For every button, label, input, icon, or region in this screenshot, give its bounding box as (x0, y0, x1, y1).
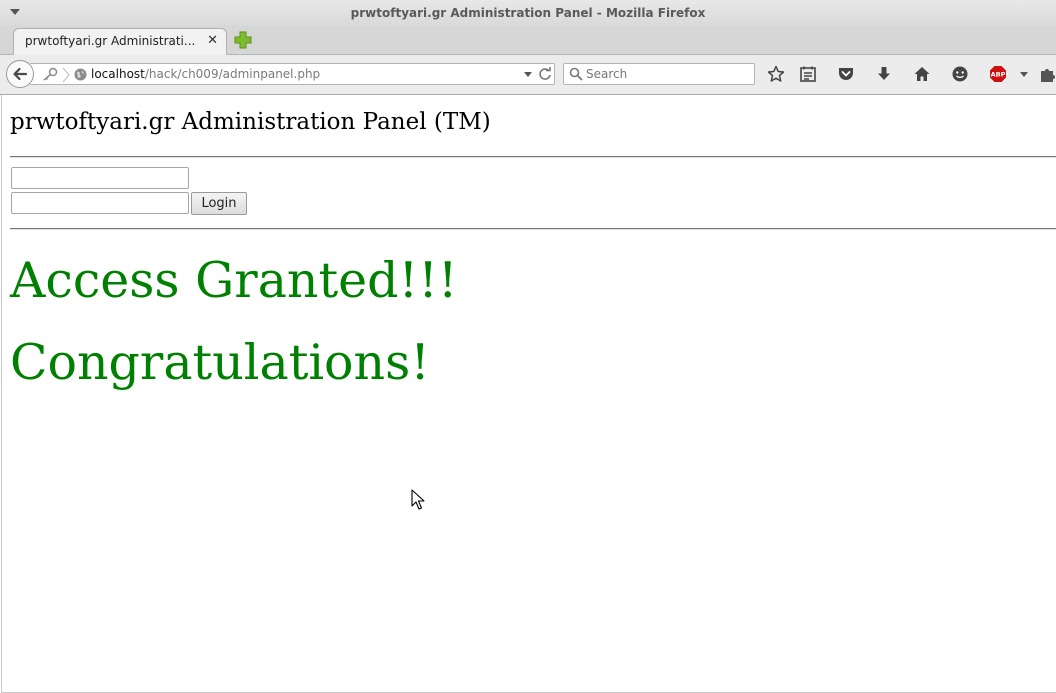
tab-label: prwtoftyari.gr Administrati... (25, 34, 196, 48)
reading-list-icon[interactable] (799, 65, 817, 83)
tab-strip: prwtoftyari.gr Administrati... ✕ (0, 26, 1056, 55)
search-bar[interactable] (563, 63, 755, 85)
page-content: prwtoftyari.gr Administration Panel (TM)… (1, 95, 1056, 693)
url-history-dropdown-icon[interactable] (524, 72, 532, 77)
mouse-cursor-icon (411, 489, 425, 510)
congratulations-message: Congratulations! (10, 334, 430, 391)
password-field[interactable] (11, 192, 189, 214)
adblock-icon[interactable]: ABP (989, 65, 1007, 83)
back-arrow-icon (13, 67, 28, 81)
pocket-icon[interactable] (837, 65, 855, 83)
reload-icon[interactable] (538, 67, 552, 81)
search-input[interactable] (586, 65, 746, 83)
download-icon[interactable] (875, 65, 893, 83)
search-icon[interactable] (569, 67, 583, 81)
key-icon[interactable] (41, 67, 59, 81)
new-tab-plus-icon[interactable] (234, 31, 252, 49)
puzzle-icon[interactable] (1038, 65, 1056, 83)
navigation-toolbar: localhost/hack/ch009/adminpanel.php Sear… (0, 55, 1056, 95)
star-icon[interactable] (767, 65, 785, 83)
back-button[interactable] (6, 60, 34, 88)
divider (10, 156, 1056, 158)
chevron-right-icon (62, 67, 70, 83)
globe-icon[interactable] (74, 68, 87, 81)
svg-text:ABP: ABP (991, 71, 1006, 79)
window-titlebar: prwtoftyari.gr Administration Panel - Mo… (0, 0, 1056, 26)
window-title: prwtoftyari.gr Administration Panel - Mo… (350, 6, 706, 20)
window-menu-icon[interactable] (10, 9, 20, 15)
url-host: localhost (91, 67, 145, 81)
username-field[interactable] (11, 167, 189, 189)
url-bar[interactable]: localhost/hack/ch009/adminpanel.php (30, 63, 555, 85)
access-granted-message: Access Granted!!! (10, 252, 458, 309)
menu-arrow-icon[interactable] (1015, 65, 1033, 83)
chat-icon[interactable] (951, 65, 969, 83)
divider (10, 228, 1056, 230)
login-button[interactable]: Login (191, 192, 247, 215)
tab-admin-panel[interactable]: prwtoftyari.gr Administrati... ✕ (13, 28, 227, 55)
url-path: /hack/ch009/adminpanel.php (144, 67, 321, 81)
page-title: prwtoftyari.gr Administration Panel (TM) (10, 109, 491, 135)
url-text[interactable]: localhost/hack/ch009/adminpanel.php (91, 67, 320, 81)
home-icon[interactable] (913, 65, 931, 83)
close-icon[interactable]: ✕ (207, 33, 218, 48)
